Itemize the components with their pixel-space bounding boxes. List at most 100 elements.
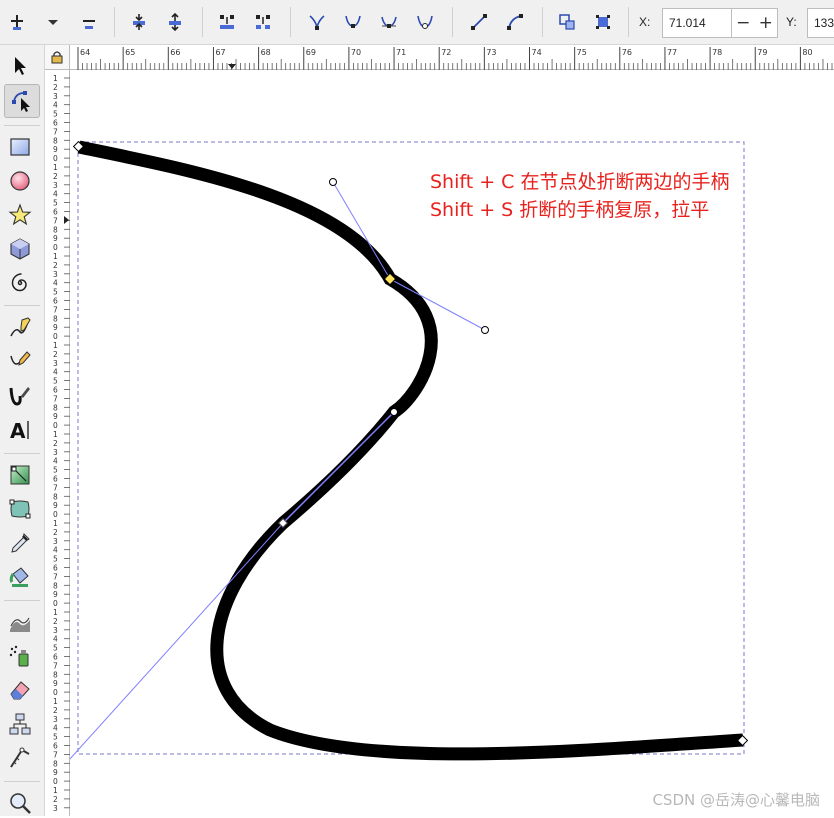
ruler-label: 3: [53, 537, 58, 546]
ruler-label: 1: [53, 786, 58, 795]
y-coordinate-input[interactable]: 133.: [807, 8, 834, 38]
ruler-label: 80: [802, 48, 812, 57]
ruler-label: 73: [486, 48, 496, 57]
dropdown-arrow-icon[interactable]: [40, 8, 66, 36]
join-segment-icon[interactable]: [214, 8, 240, 36]
spray-tool-icon[interactable]: [5, 641, 35, 671]
node-handle[interactable]: [481, 326, 489, 334]
ruler-label: 5: [53, 644, 58, 653]
ruler-label: 2: [53, 350, 58, 359]
ruler-label: 9: [53, 234, 58, 243]
ruler-label: 0: [53, 421, 58, 430]
node-tool-icon[interactable]: [4, 84, 40, 118]
rectangle-tool-icon[interactable]: [5, 132, 35, 162]
toolbox: A: [0, 45, 45, 816]
ruler-label: 70: [351, 48, 361, 57]
ruler-label: 4: [53, 724, 58, 733]
measure-tool-icon[interactable]: [5, 743, 35, 773]
ruler-label: 6: [53, 386, 58, 395]
ruler-label: 3: [53, 270, 58, 279]
segment-curve-icon[interactable]: [502, 8, 528, 36]
eraser-tool-icon[interactable]: [5, 675, 35, 705]
handle-line: [282, 411, 395, 524]
minus-icon[interactable]: −: [736, 13, 750, 33]
connector-tool-icon[interactable]: [5, 709, 35, 739]
ruler-label: 7: [53, 216, 58, 225]
text-tool-icon[interactable]: A: [5, 415, 35, 445]
mesh-tool-icon[interactable]: [5, 494, 35, 524]
svg-text:A: A: [10, 419, 26, 442]
delete-segment-icon[interactable]: [250, 8, 276, 36]
ruler-label: 71: [396, 48, 406, 57]
node-auto-icon[interactable]: [412, 8, 438, 36]
ruler-label: 8: [53, 581, 58, 590]
node-smooth-icon[interactable]: [340, 8, 366, 36]
pencil-tool-icon[interactable]: [5, 313, 35, 343]
plus-icon[interactable]: +: [759, 13, 773, 33]
drawing-canvas[interactable]: Shift + C 在节点处折断两边的手柄 Shift + S 折断的手柄复原，…: [70, 70, 834, 816]
ruler-label: 2: [53, 528, 58, 537]
gradient-tool-icon[interactable]: [5, 460, 35, 490]
ruler-label: 1: [53, 252, 58, 261]
node-toolbar: X: 71.014 − + Y: 133.: [0, 0, 834, 45]
node-symmetric-icon[interactable]: [376, 8, 402, 36]
star-tool-icon[interactable]: [5, 200, 35, 230]
horizontal-ruler[interactable]: 64 65 66 67 68 69 70 71 72 73 74 75 76 77 78 79 80: [70, 45, 834, 70]
box3d-tool-icon[interactable]: [5, 234, 35, 264]
zoom-tool-icon[interactable]: [5, 788, 35, 818]
ruler-label: 8: [53, 136, 58, 145]
ruler-label: 9: [53, 679, 58, 688]
bezier-path[interactable]: [77, 140, 744, 761]
ruler-label: 75: [577, 48, 587, 57]
insert-node-icon[interactable]: [4, 8, 30, 36]
ellipse-tool-icon[interactable]: [5, 166, 35, 196]
segment-line-icon[interactable]: [466, 8, 492, 36]
ruler-label: 6: [53, 208, 58, 217]
calligraphy-tool-icon[interactable]: [5, 381, 35, 411]
tweak-tool-icon[interactable]: [5, 607, 35, 637]
vertical-ruler[interactable]: 1234567890123456789012345678901234567890…: [45, 70, 70, 816]
annotation-line-1: Shift + C 在节点处折断两边的手柄: [430, 171, 730, 193]
ruler-label: 69: [306, 48, 316, 57]
ruler-label: 1: [53, 519, 58, 528]
lock-guides-icon[interactable]: [45, 45, 70, 70]
ruler-label: 3: [53, 715, 58, 724]
ruler-label: 9: [53, 145, 58, 154]
ruler-label: 0: [53, 599, 58, 608]
break-path-icon[interactable]: [162, 8, 188, 36]
x-stepper[interactable]: − +: [732, 8, 778, 38]
ruler-label: 0: [53, 332, 58, 341]
ruler-label: 0: [53, 510, 58, 519]
spiral-tool-icon[interactable]: [5, 268, 35, 298]
delete-node-icon[interactable]: [76, 8, 102, 36]
ruler-label: 8: [53, 759, 58, 768]
join-nodes-icon[interactable]: [126, 8, 152, 36]
stroke-to-path-icon[interactable]: [590, 8, 616, 36]
ruler-label: 7: [53, 127, 58, 136]
ruler-label: 7: [53, 394, 58, 403]
ruler-label: 1: [53, 163, 58, 172]
ruler-label: 0: [53, 688, 58, 697]
object-to-path-icon[interactable]: [554, 8, 580, 36]
ruler-label: 9: [53, 323, 58, 332]
ruler-label: 64: [80, 48, 90, 57]
pen-tool-icon[interactable]: [5, 347, 35, 377]
ruler-label: 1: [53, 341, 58, 350]
dropper-tool-icon[interactable]: [5, 528, 35, 558]
x-coordinate-input[interactable]: 71.014: [662, 8, 732, 38]
ruler-label: 3: [53, 359, 58, 368]
node-handle[interactable]: [329, 178, 337, 186]
ruler-label: 7: [53, 750, 58, 759]
node-cusp-icon[interactable]: [304, 8, 330, 36]
ruler-label: 5: [53, 377, 58, 386]
ruler-label: 65: [125, 48, 135, 57]
ruler-label: 8: [53, 670, 58, 679]
ruler-label: 3: [53, 626, 58, 635]
ruler-label: 3: [53, 92, 58, 101]
paint-bucket-tool-icon[interactable]: [5, 562, 35, 592]
ruler-label: 7: [53, 572, 58, 581]
selector-tool-icon[interactable]: [5, 51, 35, 81]
ruler-label: 2: [53, 795, 58, 804]
ruler-label: 3: [53, 804, 58, 813]
node-handle[interactable]: [390, 408, 398, 416]
